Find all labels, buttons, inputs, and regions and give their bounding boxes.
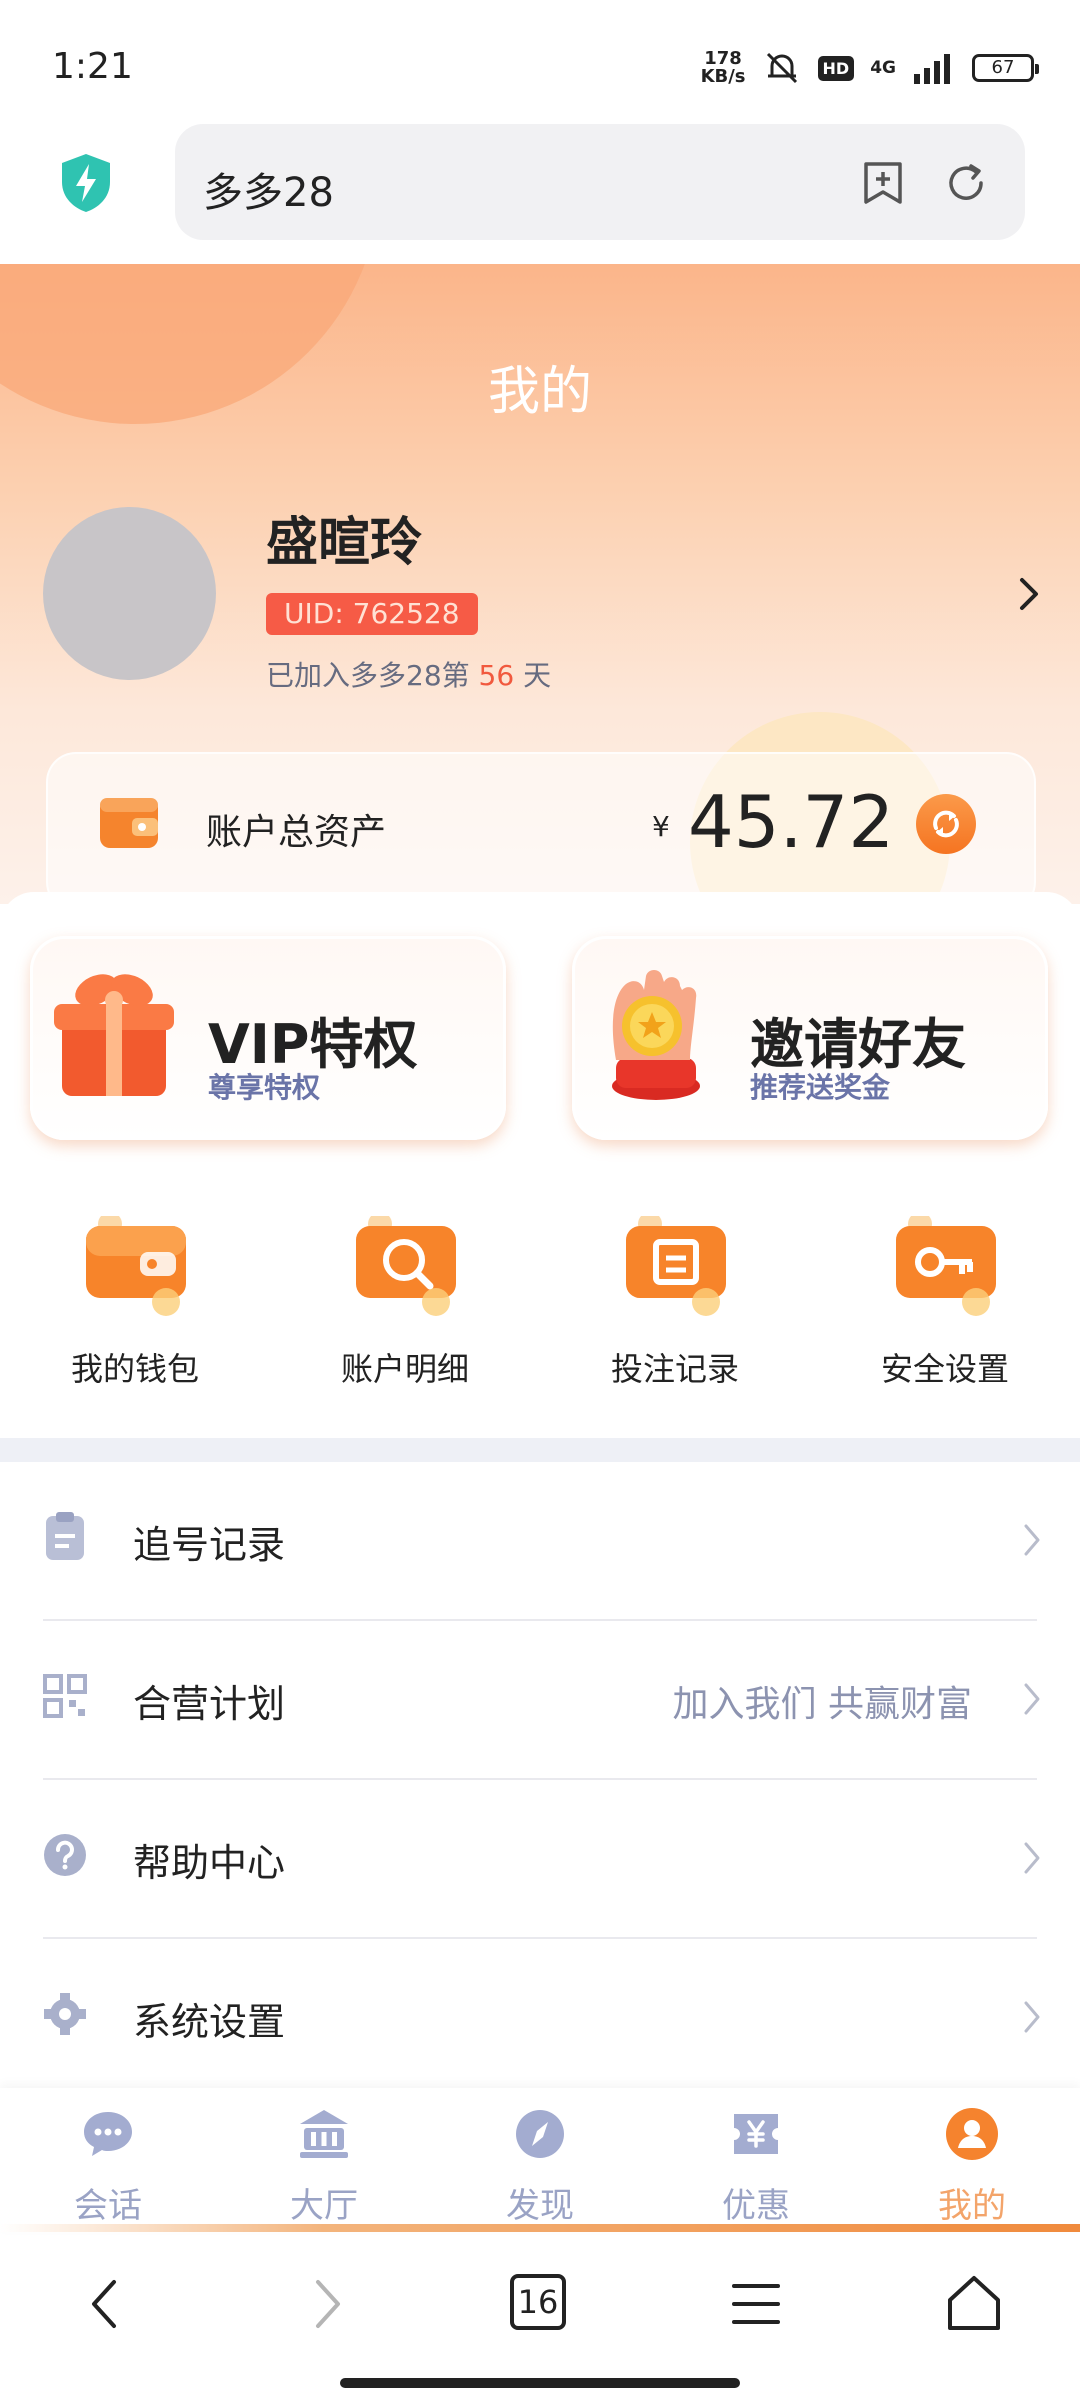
shield-bolt-icon[interactable] xyxy=(58,152,114,214)
tab-label: 优惠 xyxy=(722,2186,790,2226)
menu-item-label: 帮助中心 xyxy=(133,1841,286,1885)
tab-mine[interactable]: 我的 xyxy=(864,2106,1080,2226)
menu-item-chase-records[interactable]: 追号记录 xyxy=(0,1462,1080,1621)
gift-box-icon xyxy=(54,974,174,1096)
menu-item-system-settings[interactable]: 系统设置 xyxy=(0,1939,1080,2098)
username: 盛暄玲 xyxy=(266,513,423,573)
tab-label: 发现 xyxy=(506,2186,574,2226)
magnifier-icon xyxy=(356,1216,456,1316)
signal-icon xyxy=(914,54,950,84)
mute-bell-icon xyxy=(766,52,797,84)
refresh-icon xyxy=(933,810,959,838)
menu-item-label: 追号记录 xyxy=(133,1523,286,1567)
section-divider xyxy=(0,1438,1080,1462)
status-time: 1:21 xyxy=(52,46,133,87)
refresh-balance-button[interactable] xyxy=(916,794,976,854)
home-indicator[interactable] xyxy=(340,2378,740,2388)
chevron-right-icon xyxy=(1024,2001,1040,2033)
quick-action-bet-records[interactable]: 投注记录 xyxy=(540,1216,810,1396)
tab-label: 大厅 xyxy=(290,2186,358,2226)
network-type: 4G xyxy=(870,57,896,78)
qr-code-icon xyxy=(43,1674,87,1718)
home-icon[interactable] xyxy=(944,2274,1004,2334)
tab-label: 我的 xyxy=(938,2186,1006,2226)
menu-item-extra: 加入我们 共赢财富 xyxy=(672,1684,972,1725)
promo-subtitle: 尊享特权 xyxy=(208,1071,321,1104)
browser-address-bar: 多多28 xyxy=(0,118,1080,264)
bank-icon xyxy=(300,2110,348,2158)
status-icons: 178 KB/s HD 4G 67 xyxy=(700,46,1039,90)
battery-icon: 67 xyxy=(972,54,1039,82)
back-icon[interactable] xyxy=(76,2274,136,2334)
user-icon xyxy=(946,2108,998,2160)
menu-item-help-center[interactable]: 帮助中心 xyxy=(0,1780,1080,1939)
tab-lobby[interactable]: 大厅 xyxy=(216,2106,432,2226)
menu-item-label: 合营计划 xyxy=(133,1682,286,1726)
gear-icon xyxy=(44,1993,86,2035)
key-icon xyxy=(896,1216,996,1316)
wallet-icon xyxy=(86,1216,186,1316)
hand-coin-icon xyxy=(612,970,700,1100)
chevron-right-icon[interactable] xyxy=(1016,574,1044,614)
invite-friends-card[interactable]: 邀请好友 推荐送奖金 xyxy=(572,936,1048,1140)
hd-badge: HD xyxy=(817,55,855,81)
tab-offers[interactable]: 优惠 xyxy=(648,2106,864,2226)
quick-action-label: 我的钱包 xyxy=(70,1350,199,1388)
bookmark-add-icon[interactable] xyxy=(860,160,906,206)
total-assets-card: 账户总资产 ¥ 45.72 xyxy=(46,752,1036,912)
tab-discover[interactable]: 发现 xyxy=(432,2106,648,2226)
wallet-icon xyxy=(100,798,158,848)
join-days-text: 已加入多多28第 56 天 xyxy=(266,659,552,692)
menu-item-partner-plan[interactable]: 合营计划 加入我们 共赢财富 xyxy=(0,1621,1080,1780)
forward-icon[interactable] xyxy=(296,2274,356,2334)
main-content: VIP特权 尊享特权 邀请好友 推荐送奖金 我的钱包 账户明细 投注记录 安全设… xyxy=(0,892,1080,2088)
chevron-right-icon xyxy=(1024,1524,1040,1556)
total-assets-value: 45.72 xyxy=(688,780,895,864)
currency-symbol: ¥ xyxy=(652,810,670,843)
network-speed: 178 KB/s xyxy=(700,48,746,87)
page-title: 我的 xyxy=(487,362,592,422)
tab-count-button[interactable]: 16 xyxy=(510,2274,566,2330)
status-bar: 1:21 178 KB/s HD 4G 67 xyxy=(0,0,1080,118)
quick-action-account-details[interactable]: 账户明细 xyxy=(270,1216,540,1396)
menu-item-label: 系统设置 xyxy=(133,2000,286,2044)
quick-action-label: 账户明细 xyxy=(340,1350,469,1388)
menu-icon[interactable] xyxy=(726,2274,786,2334)
compass-icon xyxy=(516,2110,564,2158)
quick-action-label: 安全设置 xyxy=(880,1350,1009,1388)
ticket-icon xyxy=(626,1216,726,1316)
tab-label: 会话 xyxy=(74,2186,142,2226)
chat-bubble-icon xyxy=(84,2112,132,2156)
uid-badge: UID: 762528 xyxy=(266,593,478,635)
browser-navigation-bar: 16 xyxy=(0,2240,1080,2400)
app-tab-bar: 会话 大厅 发现 优惠 我的 xyxy=(0,2088,1080,2232)
quick-action-label: 投注记录 xyxy=(610,1350,739,1388)
total-assets-label: 账户总资产 xyxy=(206,812,387,853)
url-field[interactable]: 多多28 xyxy=(175,124,1025,240)
clipboard-icon xyxy=(46,1512,84,1560)
tab-chat[interactable]: 会话 xyxy=(0,2106,216,2226)
chevron-right-icon xyxy=(1024,1842,1040,1874)
tab-bar-accent-line xyxy=(0,2224,1080,2232)
quick-action-security[interactable]: 安全设置 xyxy=(810,1216,1080,1396)
menu-list: 追号记录 合营计划 加入我们 共赢财富 帮助中心 系统设置 xyxy=(0,1462,1080,2098)
reload-icon[interactable] xyxy=(943,160,989,206)
vip-privilege-card[interactable]: VIP特权 尊享特权 xyxy=(30,936,506,1140)
chevron-right-icon xyxy=(1024,1683,1040,1715)
yen-coupon-icon xyxy=(734,2114,778,2154)
avatar[interactable] xyxy=(43,507,216,680)
quick-action-wallet[interactable]: 我的钱包 xyxy=(0,1216,270,1396)
help-icon xyxy=(44,1834,86,1876)
quick-actions: 我的钱包 账户明细 投注记录 安全设置 xyxy=(0,1216,1080,1388)
url-text: 多多28 xyxy=(203,170,334,216)
promo-subtitle: 推荐送奖金 xyxy=(750,1071,891,1104)
